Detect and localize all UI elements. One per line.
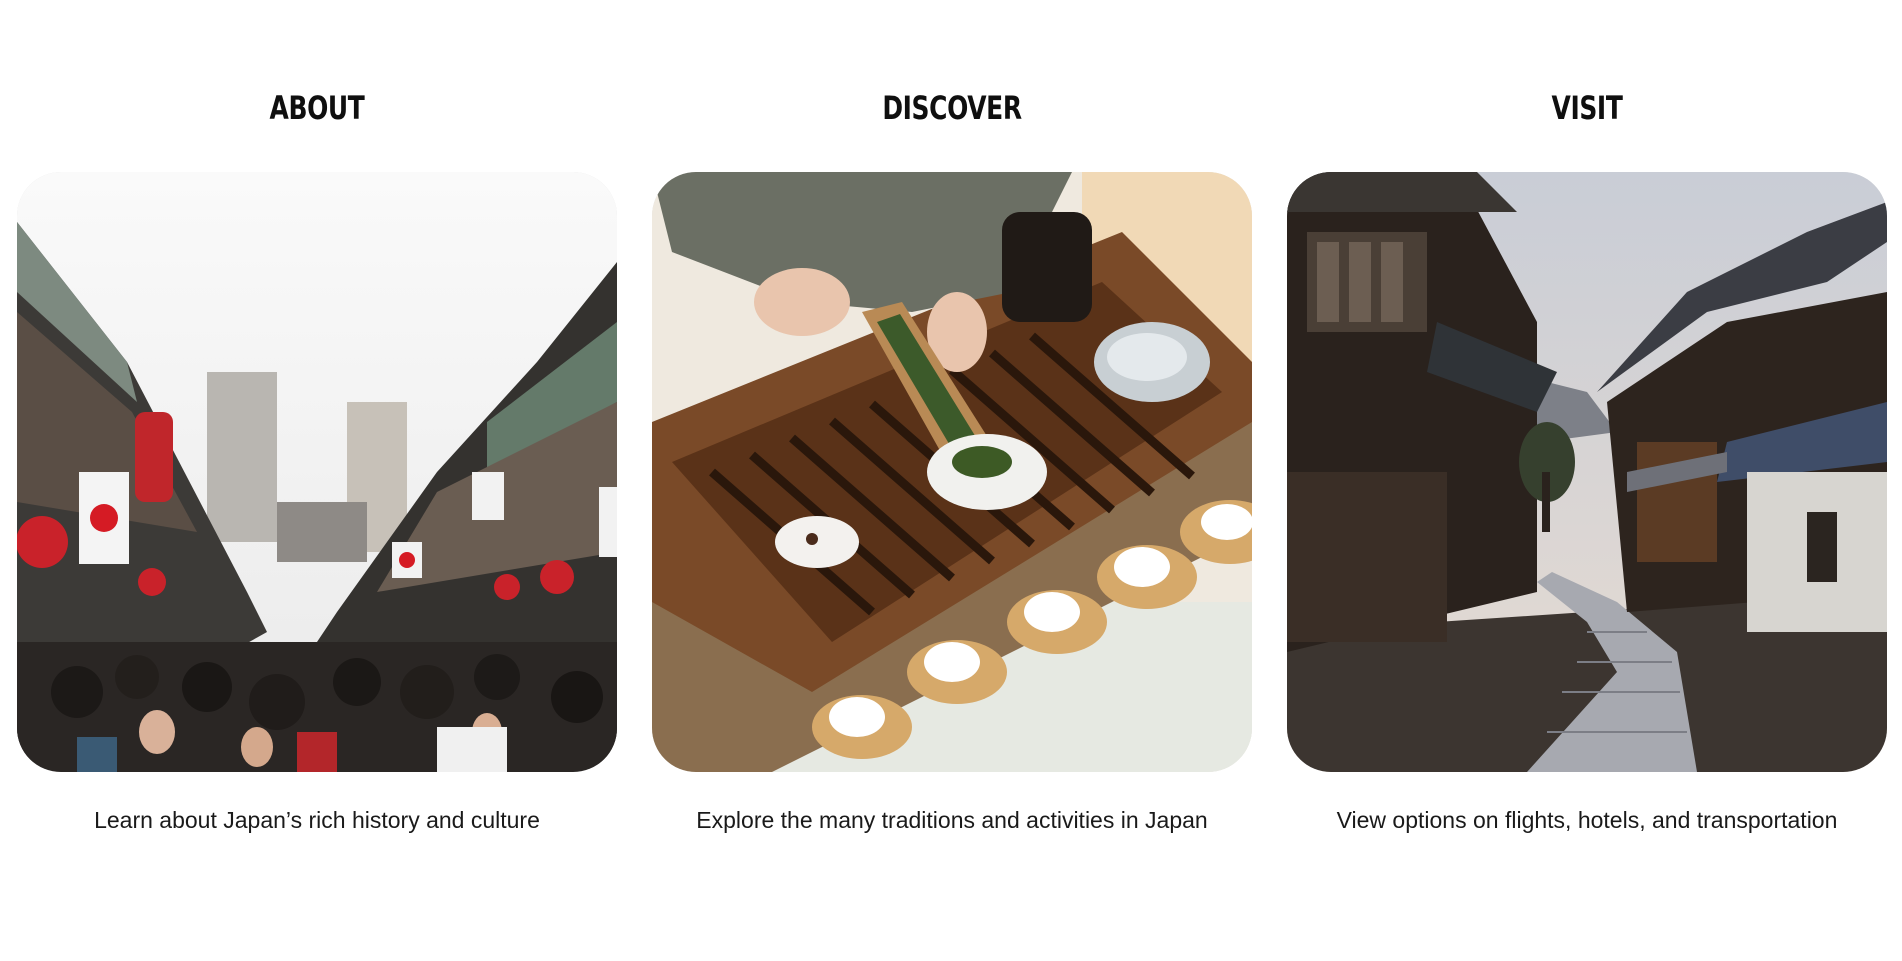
card-title[interactable]: ABOUT (83, 88, 551, 128)
tea-ceremony-image[interactable] (652, 172, 1252, 772)
card-caption: Learn about Japan’s rich history and cul… (94, 807, 540, 833)
card-caption: Explore the many traditions and activiti… (696, 807, 1208, 833)
street-market-image[interactable] (17, 172, 617, 772)
feature-cards: ABOUT Learn about Japan’s rich history a… (0, 0, 1902, 961)
card-title[interactable]: VISIT (1353, 88, 1821, 128)
village-street-image[interactable] (1287, 172, 1887, 772)
card-title[interactable]: DISCOVER (718, 88, 1186, 128)
card-caption: View options on flights, hotels, and tra… (1336, 807, 1838, 833)
